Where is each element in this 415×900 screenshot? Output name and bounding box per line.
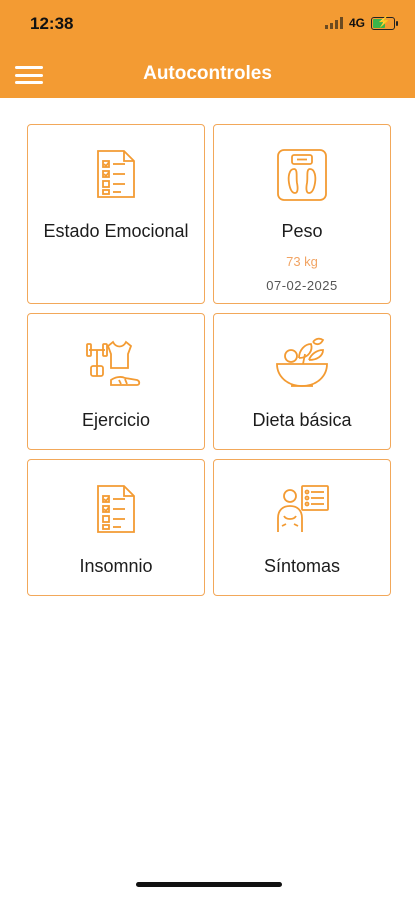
home-indicator[interactable] bbox=[136, 882, 282, 887]
network-type: 4G bbox=[348, 16, 365, 30]
page-title: Autocontroles bbox=[143, 63, 272, 84]
card-label: Dieta básica bbox=[252, 410, 352, 430]
card-label: Peso bbox=[281, 221, 323, 241]
symptoms-icon bbox=[277, 485, 329, 532]
status-icons: 4G ⚡ bbox=[324, 16, 398, 30]
card-sintomas[interactable]: Síntomas bbox=[213, 459, 391, 596]
card-label: Ejercicio bbox=[81, 410, 151, 430]
card-label: Síntomas bbox=[263, 556, 341, 576]
battery-icon: ⚡ bbox=[371, 16, 398, 30]
card-ejercicio[interactable]: Ejercicio bbox=[27, 313, 205, 450]
checklist-icon bbox=[97, 150, 135, 198]
status-time: 12:38 bbox=[30, 14, 74, 33]
scale-icon bbox=[277, 149, 327, 201]
weight-value: 73 kg bbox=[286, 254, 318, 269]
weight-date: 07-02-2025 bbox=[266, 278, 338, 293]
app-header: 12:38 4G ⚡ Autocontroles bbox=[0, 0, 415, 98]
card-dieta-basica[interactable]: Dieta básica bbox=[213, 313, 391, 450]
card-insomnio[interactable]: Insomnio bbox=[27, 459, 205, 596]
salad-bowl-icon bbox=[276, 337, 328, 387]
card-label: Insomnio bbox=[79, 556, 153, 576]
signal-icon bbox=[324, 17, 343, 29]
card-estado-emocional[interactable]: Estado Emocional bbox=[27, 124, 205, 304]
card-label: Estado Emocional bbox=[43, 221, 189, 241]
checklist-icon bbox=[97, 485, 135, 533]
exercise-icon bbox=[86, 340, 141, 386]
card-peso[interactable]: Peso 73 kg 07-02-2025 bbox=[213, 124, 391, 304]
